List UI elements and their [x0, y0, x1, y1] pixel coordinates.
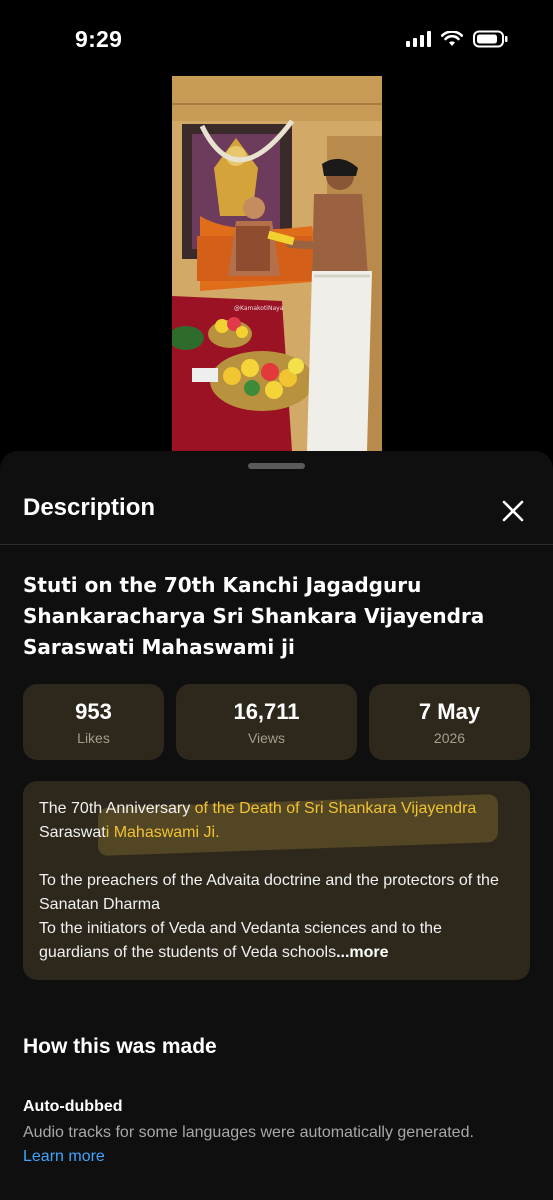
video-title: Stuti on the 70th Kanchi Jagadguru Shank… [23, 573, 485, 659]
views-stat: 16,711 Views [176, 684, 357, 760]
video-watermark: @KamakotiNaya [234, 305, 284, 312]
status-time: 9:29 [75, 26, 123, 52]
video-thumbnail: @KamakotiNaya [172, 76, 382, 451]
sheet-title: Description [23, 494, 156, 521]
wifi-icon [441, 31, 463, 46]
views-label: Views [247, 729, 286, 746]
video-player[interactable]: @KamakotiNaya [172, 76, 382, 451]
description-p1d: i Mahaswami Ji. [105, 824, 220, 841]
description-p2: To the preachers of the Advaita doctrine… [39, 872, 499, 913]
close-icon [502, 500, 524, 522]
battery-icon [473, 30, 508, 48]
description-text: The 70th Anniversary of the Death of Sri… [39, 797, 514, 965]
publish-date: 7 May [418, 698, 481, 724]
description-box[interactable]: The 70th Anniversary of the Death of Sri… [23, 781, 530, 980]
status-icons [406, 30, 509, 48]
autodub-title: Auto-dubbed [23, 1098, 123, 1115]
description-p1a: The 70th Anniversary [39, 800, 191, 817]
close-button[interactable] [497, 495, 529, 527]
signal-icon [406, 31, 431, 47]
how-made-title: How this was made [23, 1035, 217, 1058]
date-stat: 7 May 2026 [369, 684, 530, 760]
likes-label: Likes [77, 729, 110, 746]
learn-more-link[interactable]: Learn more [23, 1148, 105, 1166]
description-p1c: Saraswat [39, 824, 106, 841]
description-p1b: of the Death of Sri Shankara Vijayendra [190, 800, 477, 817]
views-count: 16,711 [233, 698, 300, 724]
likes-stat: 953 Likes [23, 684, 164, 760]
description-sheet: Description Stuti on the 70th Kanchi Jag… [0, 451, 553, 1200]
more-link[interactable]: ...more [336, 944, 388, 961]
sheet-drag-handle[interactable] [248, 463, 305, 469]
likes-count: 953 [75, 698, 112, 724]
status-bar: 9:29 [0, 0, 553, 72]
divider [0, 544, 553, 545]
publish-year: 2026 [433, 729, 466, 746]
autodub-description: Audio tracks for some languages were aut… [23, 1124, 474, 1141]
